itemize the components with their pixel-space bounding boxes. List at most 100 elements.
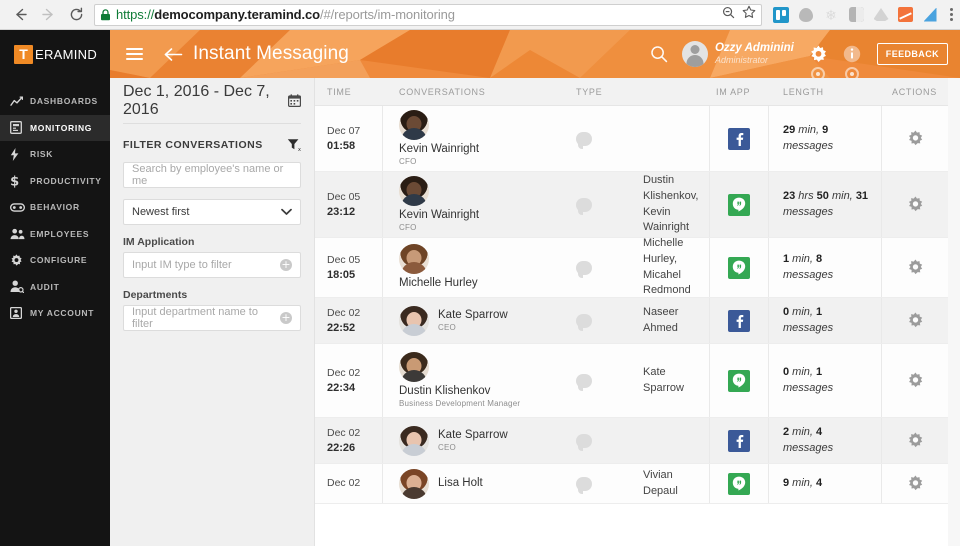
sidebar-item-configure[interactable]: CONFIGURE	[0, 247, 110, 274]
info-icon[interactable]	[843, 45, 861, 63]
back-arrow-icon[interactable]	[163, 46, 183, 63]
cell-actions[interactable]	[882, 344, 948, 417]
conversation-length: 29 min, 9messages	[783, 123, 833, 154]
chat-bubble-icon	[576, 132, 592, 146]
column-header-im-app: IM APP	[710, 87, 769, 97]
date-range-label: Dec 1, 2016 - Dec 7, 2016	[123, 83, 280, 119]
header-actions: Ozzy Adminini Administrator FEEDBACK	[650, 41, 948, 67]
cell-type	[568, 172, 643, 237]
row-actions-gear-icon[interactable]	[907, 196, 924, 213]
gear-icon[interactable]	[809, 45, 828, 64]
cell-actions[interactable]	[882, 464, 948, 503]
address-bar[interactable]: https://democompany.teramind.co/#/report…	[94, 4, 762, 26]
row-date: Dec 02	[327, 366, 382, 381]
cell-type	[568, 298, 643, 343]
forward-button[interactable]	[35, 2, 61, 28]
table-row[interactable]: Dec 0518:05Michelle HurleyMichelle Hurle…	[315, 238, 948, 298]
search-input[interactable]: Search by employee's name or me	[123, 162, 301, 188]
table-scroll-gutter[interactable]	[948, 78, 960, 546]
row-actions-gear-icon[interactable]	[907, 130, 924, 147]
avatar	[399, 306, 429, 336]
cell-actions[interactable]	[882, 106, 948, 171]
employee-name: Kate Sparrow	[438, 428, 508, 443]
row-time: 22:34	[327, 381, 382, 395]
analytics-icon[interactable]	[898, 7, 913, 22]
table-body: Dec 0701:58Kevin WainrightCFO29 min, 9me…	[315, 106, 948, 546]
lightning-bolt-icon	[10, 148, 30, 161]
date-range-picker[interactable]: Dec 1, 2016 - Dec 7, 2016	[123, 78, 301, 124]
reload-button[interactable]	[63, 2, 89, 28]
cell-actions[interactable]	[882, 298, 948, 343]
chat-bubble-icon	[576, 374, 592, 388]
table-row[interactable]: Dec 0222:52Kate SparrowCEONaseer Ahmed0 …	[315, 298, 948, 344]
cell-participants: Kate Sparrow	[643, 344, 710, 417]
table-row[interactable]: Dec 0222:34Dustin KlishenkovBusiness Dev…	[315, 344, 948, 418]
cell-actions[interactable]	[882, 238, 948, 297]
user-menu[interactable]: Ozzy Adminini Administrator	[715, 42, 794, 66]
zoom-out-icon[interactable]	[722, 6, 735, 24]
sidebar-item-productivity[interactable]: $ PRODUCTIVITY	[0, 168, 110, 195]
employee-name: Kate Sparrow	[438, 308, 508, 323]
star-icon[interactable]	[742, 5, 756, 24]
sidebar-item-behavior[interactable]: BEHAVIOR	[0, 194, 110, 221]
sidebar-item-risk[interactable]: RISK	[0, 141, 110, 168]
row-actions-gear-icon[interactable]	[907, 475, 924, 492]
cell-length: 9 min, 4	[769, 464, 882, 503]
plus-circle-icon[interactable]: +	[280, 259, 292, 271]
row-time: 23:12	[327, 205, 382, 219]
row-actions-gear-icon[interactable]	[907, 259, 924, 276]
sidebar-item-audit[interactable]: AUDIT	[0, 274, 110, 301]
link-chain-icon	[10, 203, 30, 212]
funnel-clear-icon[interactable]: x	[287, 138, 301, 152]
snowflake-icon[interactable]: ❄	[823, 7, 839, 23]
sidebar-item-monitoring[interactable]: MONITORING	[0, 115, 110, 142]
departments-input[interactable]: Input department name to filter +	[123, 305, 301, 331]
calendar-icon[interactable]	[288, 94, 301, 107]
hamburger-menu-icon[interactable]	[126, 48, 143, 60]
sidebar-item-label: BEHAVIOR	[30, 202, 80, 212]
row-actions-gear-icon[interactable]	[907, 312, 924, 329]
blue-triangle-icon[interactable]	[922, 7, 938, 23]
sidebar-item-dashboards[interactable]: DASHBOARDS	[0, 88, 110, 115]
kebab-menu-icon[interactable]	[950, 8, 953, 21]
im-application-input[interactable]: Input IM type to filter +	[123, 252, 301, 278]
drive-icon[interactable]	[873, 7, 889, 23]
table-row[interactable]: Dec 0523:12Kevin WainrightCFODustin Klis…	[315, 172, 948, 238]
conversation-length: 23 hrs 50 min, 31messages	[783, 189, 868, 220]
plus-circle-icon[interactable]: +	[280, 312, 292, 324]
table-row[interactable]: Dec 0222:26Kate SparrowCEO2 min, 4messag…	[315, 418, 948, 464]
person-card-icon	[10, 307, 30, 319]
row-actions-gear-icon[interactable]	[907, 432, 924, 449]
participants: Naseer Ahmed	[643, 305, 703, 336]
dark-reader-icon[interactable]	[848, 7, 864, 23]
cell-length: 23 hrs 50 min, 31messages	[769, 172, 882, 237]
avatar[interactable]	[682, 41, 708, 67]
avatar	[399, 352, 429, 382]
row-date: Dec 02	[327, 476, 382, 491]
feedback-button[interactable]: FEEDBACK	[877, 43, 948, 65]
filter-header: FILTER CONVERSATIONS x	[123, 138, 301, 152]
search-icon[interactable]	[650, 45, 668, 63]
back-button[interactable]	[7, 2, 33, 28]
table-row[interactable]: Dec 02Lisa HoltVivian Depaul9 min, 4	[315, 464, 948, 504]
app-header: Instant Messaging Ozzy Adminini Administ…	[110, 30, 960, 78]
trello-icon[interactable]	[773, 7, 789, 23]
cell-actions[interactable]	[882, 418, 948, 463]
filter-title: FILTER CONVERSATIONS	[123, 139, 263, 151]
cell-actions[interactable]	[882, 172, 948, 237]
pocket-icon[interactable]	[798, 7, 814, 23]
cell-type	[568, 106, 643, 171]
sort-select[interactable]: Newest first	[123, 199, 301, 225]
table-row[interactable]: Dec 0701:58Kevin WainrightCFO29 min, 9me…	[315, 106, 948, 172]
cell-participants: Vivian Depaul	[643, 464, 710, 503]
app-logo[interactable]: T ERAMIND	[0, 30, 110, 78]
sidebar-item-employees[interactable]: EMPLOYEES	[0, 221, 110, 248]
cell-participants: Michelle Hurley,Micahel Redmond	[643, 238, 710, 297]
row-actions-gear-icon[interactable]	[907, 372, 924, 389]
row-date: Dec 07	[327, 124, 382, 139]
sidebar-item-label: MONITORING	[30, 123, 92, 133]
dollar-sign-icon: $	[10, 174, 30, 188]
sidebar-item-my-account[interactable]: MY ACCOUNT	[0, 300, 110, 327]
sidebar-item-label: RISK	[30, 149, 53, 159]
cell-time: Dec 0222:52	[315, 298, 383, 343]
